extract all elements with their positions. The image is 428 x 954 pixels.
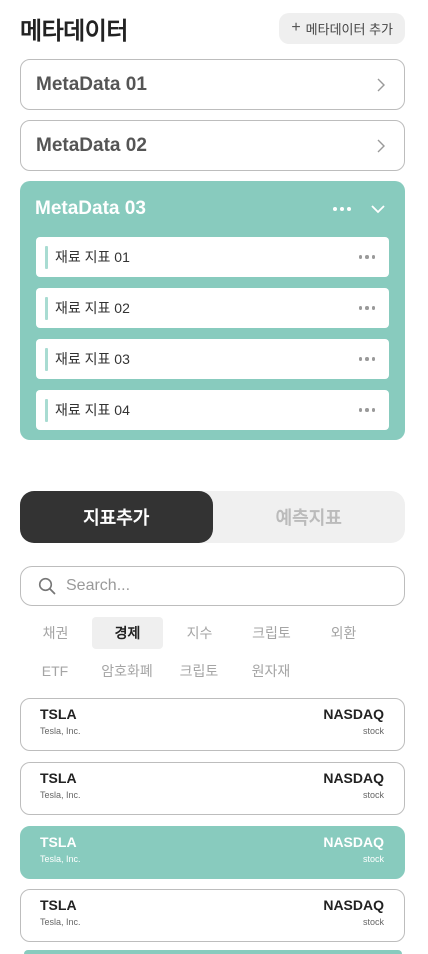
indicator-bar [45, 347, 48, 371]
stock-exchange: NASDAQ [323, 770, 384, 786]
metadata-label: MetaData 03 [35, 198, 146, 219]
stock-ticker: TSLA [40, 770, 77, 786]
search-input[interactable] [66, 577, 366, 595]
metadata-label: MetaData 01 [36, 73, 147, 95]
stock-ticker: TSLA [40, 834, 77, 850]
metadata-expanded-header[interactable]: MetaData 03 [20, 181, 405, 237]
stock-type: stock [362, 854, 384, 864]
more-icon[interactable] [358, 306, 375, 310]
metadata-label: MetaData 02 [36, 134, 147, 156]
more-icon[interactable] [358, 408, 375, 412]
more-icon[interactable] [358, 357, 375, 361]
indicator-item[interactable]: 재료 지표 03 [36, 339, 389, 379]
indicator-label: 재료 지표 04 [55, 402, 130, 418]
stock-item-partial [24, 950, 402, 954]
indicator-label: 재료 지표 03 [55, 351, 130, 367]
stock-ticker: TSLA [40, 897, 77, 913]
page-title: 메타데이터 [20, 17, 128, 45]
stock-name: Tesla, Inc. [40, 790, 81, 800]
category-tab[interactable]: 크립토 [164, 655, 234, 687]
metadata-card-01[interactable]: MetaData 01 [20, 59, 405, 110]
more-icon[interactable] [358, 255, 375, 259]
stock-name: Tesla, Inc. [40, 726, 81, 736]
indicator-item[interactable]: 재료 지표 01 [36, 237, 389, 277]
stock-item[interactable]: TSLA NASDAQ Tesla, Inc. stock [20, 762, 405, 815]
category-tab-selected[interactable]: 경제 [92, 617, 163, 649]
add-metadata-button[interactable]: + 메타데이터 추가 [279, 12, 405, 44]
chevron-down-icon[interactable] [371, 204, 385, 214]
category-row: 채권 경제 지수 크립토 외환 [20, 617, 405, 649]
indicator-label: 재료 지표 02 [55, 300, 130, 316]
stock-exchange: NASDAQ [323, 706, 384, 722]
category-tab[interactable]: 외환 [308, 617, 379, 649]
tab-predict-indicator[interactable]: 예측지표 [213, 491, 406, 543]
stock-name: Tesla, Inc. [40, 917, 81, 927]
stock-type: stock [362, 726, 384, 736]
add-metadata-label: 메타데이터 추가 [305, 21, 393, 37]
category-tab[interactable]: ETF [20, 655, 90, 687]
search-box [20, 566, 405, 606]
stock-exchange: NASDAQ [323, 897, 384, 913]
tab-add-indicator[interactable]: 지표추가 [20, 491, 213, 543]
category-row: ETF 암호화폐 크립토 원자재 [20, 655, 405, 687]
stock-type: stock [362, 917, 384, 927]
indicator-bar [45, 245, 48, 269]
metadata-card-02[interactable]: MetaData 02 [20, 120, 405, 171]
indicator-item[interactable]: 재료 지표 02 [36, 288, 389, 328]
stock-type: stock [362, 790, 384, 800]
metadata-card-03-expanded: MetaData 03 재료 지표 01 재료 지표 02 재료 지표 03 재… [20, 181, 405, 440]
stock-item-selected[interactable]: TSLA NASDAQ Tesla, Inc. stock [20, 826, 405, 879]
search-icon [38, 577, 56, 595]
plus-icon: + [291, 19, 301, 36]
chevron-right-icon [377, 78, 385, 91]
stock-exchange: NASDAQ [323, 834, 384, 850]
category-tab[interactable]: 채권 [20, 617, 91, 649]
category-tab[interactable]: 크립토 [236, 617, 307, 649]
header: 메타데이터 + 메타데이터 추가 [20, 12, 405, 45]
indicator-label: 재료 지표 01 [55, 249, 130, 265]
category-tab[interactable]: 암호화폐 [92, 655, 162, 687]
indicator-list: 재료 지표 01 재료 지표 02 재료 지표 03 재료 지표 04 [20, 237, 405, 430]
indicator-toggle: 지표추가 예측지표 [20, 491, 405, 543]
stock-item[interactable]: TSLA NASDAQ Tesla, Inc. stock [20, 889, 405, 942]
category-tab[interactable]: 지수 [164, 617, 235, 649]
category-tab[interactable]: 원자재 [236, 655, 306, 687]
chevron-right-icon [377, 139, 385, 152]
stock-item[interactable]: TSLA NASDAQ Tesla, Inc. stock [20, 698, 405, 751]
stock-name: Tesla, Inc. [40, 854, 81, 864]
stock-ticker: TSLA [40, 706, 77, 722]
indicator-bar [45, 398, 48, 422]
indicator-bar [45, 296, 48, 320]
indicator-item[interactable]: 재료 지표 04 [36, 390, 389, 430]
more-icon[interactable] [333, 207, 351, 211]
